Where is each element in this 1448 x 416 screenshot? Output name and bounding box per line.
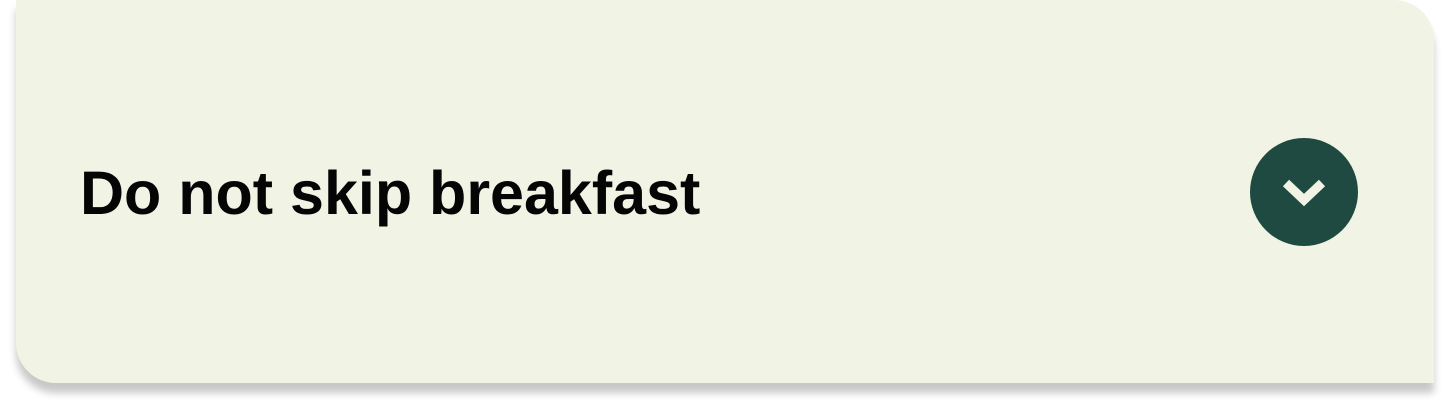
faq-question: Do not skip breakfast: [80, 159, 701, 227]
expand-toggle-button[interactable]: [1250, 137, 1358, 246]
faq-stage: Do not skip breakfast: [0, 0, 1448, 416]
faq-accordion-item[interactable]: Do not skip breakfast: [16, 0, 1434, 383]
chevron-down-icon: [1280, 176, 1328, 208]
